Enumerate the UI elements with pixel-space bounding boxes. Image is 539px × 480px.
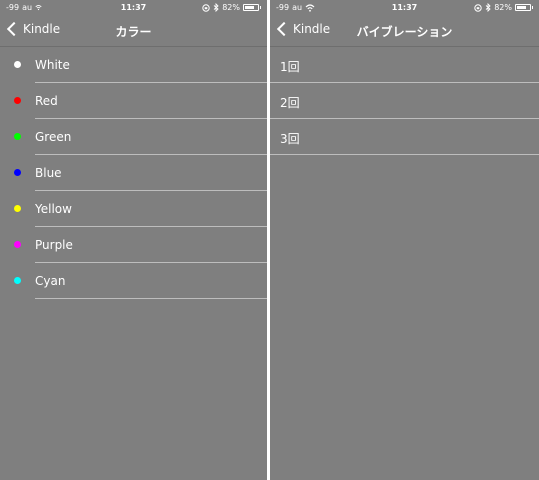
color-swatch-icon (14, 241, 21, 248)
color-label: White (35, 58, 70, 72)
lock-rotation-icon (474, 3, 482, 12)
vibration-option-2[interactable]: 2回 (270, 83, 539, 119)
color-swatch-icon (14, 205, 21, 212)
navigation-bar: Kindle カラー (0, 14, 267, 47)
color-label: Red (35, 94, 58, 108)
color-swatch-icon (14, 277, 21, 284)
lock-rotation-icon (202, 3, 210, 12)
color-option-white[interactable]: White (0, 47, 267, 83)
bluetooth-icon (485, 3, 491, 12)
vibration-label: 2回 (280, 96, 300, 110)
color-label: Green (35, 130, 72, 144)
battery-icon (243, 4, 259, 11)
color-option-red[interactable]: Red (0, 83, 267, 119)
status-bar: -99 au 11:37 82% (0, 0, 267, 14)
page-title: バイブレーション (356, 25, 453, 39)
row-divider (35, 298, 267, 299)
color-swatch-icon (14, 97, 21, 104)
battery-level-fill (517, 6, 527, 9)
color-label: Blue (35, 166, 62, 180)
vibration-option-1[interactable]: 1回 (270, 47, 539, 83)
color-option-purple[interactable]: Purple (0, 227, 267, 263)
navigation-bar: Kindle バイブレーション (270, 14, 539, 47)
color-option-yellow[interactable]: Yellow (0, 191, 267, 227)
color-swatch-icon (14, 61, 21, 68)
battery-percent: 82% (494, 3, 512, 12)
color-label: Purple (35, 238, 73, 252)
battery-tip (260, 6, 261, 9)
vibration-label: 1回 (280, 60, 300, 74)
page-title: カラー (115, 25, 152, 39)
color-option-blue[interactable]: Blue (0, 155, 267, 191)
color-swatch-icon (14, 169, 21, 176)
color-label: Cyan (35, 274, 66, 288)
bluetooth-icon (213, 3, 219, 12)
color-swatch-icon (14, 133, 21, 140)
vibration-list: 1回 2回 3回 (270, 47, 539, 155)
color-label: Yellow (35, 202, 72, 216)
battery-tip (532, 6, 533, 9)
battery-percent: 82% (222, 3, 240, 12)
color-option-cyan[interactable]: Cyan (0, 263, 267, 299)
vibration-settings-screen: -99 au 11:37 82% Kindle バイブレーション 1回 2回 3… (270, 0, 539, 480)
vibration-label: 3回 (280, 132, 300, 146)
row-divider (270, 154, 539, 155)
status-bar: -99 au 11:37 82% (270, 0, 539, 14)
color-settings-screen: -99 au 11:37 82% Kindle カラー White Red Gr… (0, 0, 267, 480)
battery-icon (515, 4, 531, 11)
color-list: White Red Green Blue Yellow Purple Cyan (0, 47, 267, 299)
color-option-green[interactable]: Green (0, 119, 267, 155)
battery-level-fill (245, 6, 255, 9)
vibration-option-3[interactable]: 3回 (270, 119, 539, 155)
